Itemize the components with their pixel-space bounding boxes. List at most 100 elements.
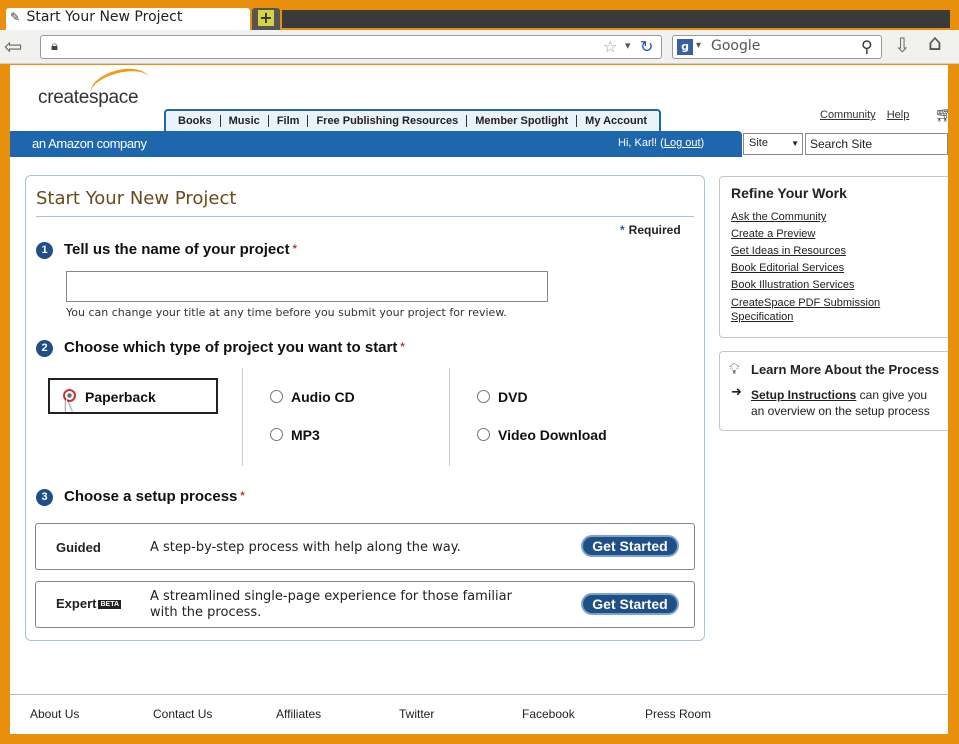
cart-icon[interactable]: 🛒︎ [935, 107, 948, 123]
lock-icon: 🔒︎ [51, 39, 58, 54]
footer-facebook[interactable]: Facebook [522, 707, 575, 721]
expert-label: Expert BETA [56, 596, 122, 611]
required-asterisk: * [400, 341, 405, 353]
title-divider [36, 216, 694, 217]
radio-mp3[interactable] [270, 428, 283, 441]
guided-get-started-button[interactable]: Get Started [581, 535, 679, 557]
nav-tab-film[interactable]: Film [269, 115, 309, 127]
nav-tab-my-account[interactable]: My Account [577, 115, 655, 127]
setup-instructions-link[interactable]: Setup Instructions [751, 388, 856, 402]
new-tab-button[interactable]: + [252, 8, 280, 30]
nav-tab-music[interactable]: Music [221, 115, 269, 127]
create-preview-link[interactable]: Create a Preview [731, 226, 948, 243]
url-bar[interactable]: 🔒︎ ☆ ▾ ↻ [40, 35, 662, 59]
radio-video-download[interactable] [477, 428, 490, 441]
greeting-end: ) [700, 137, 705, 149]
footer-about-us[interactable]: About Us [30, 707, 79, 721]
tab-title: Start Your New Project [26, 9, 183, 25]
search-engine-label: Google [711, 38, 761, 54]
footer-contact-us[interactable]: Contact Us [153, 707, 212, 721]
createspace-favicon-icon: ✎ [10, 10, 21, 24]
pdf-submission-link[interactable]: CreateSpace PDF Submission [731, 296, 948, 310]
download-icon[interactable]: ⇩ [894, 33, 911, 57]
home-icon[interactable]: ⌂ [928, 31, 942, 56]
option-video-download[interactable]: Video Download [498, 427, 607, 443]
option-paperback[interactable]: Paperback [85, 389, 156, 405]
specification-link[interactable]: Specification [731, 310, 948, 324]
google-icon: g [677, 39, 693, 55]
footer-twitter[interactable]: Twitter [399, 707, 434, 721]
project-name-input[interactable] [66, 271, 548, 302]
title-hint: You can change your title at any time be… [66, 306, 507, 319]
tab-strip [282, 10, 950, 28]
refine-your-work-panel: Refine Your Work Ask the Community Creat… [719, 176, 948, 338]
browser-search-bar[interactable]: g ▾ Google ⚲ [672, 35, 882, 59]
learn-more-panel: 💡︎ Learn More About the Process ➜ Setup … [719, 351, 948, 431]
step-1-label: Tell us the name of your project * [64, 241, 297, 258]
guided-setup-option[interactable]: Guided A step-by-step process with help … [35, 523, 695, 570]
brand-bar: an Amazon company Hi, Karl! (Log out) [10, 131, 742, 157]
refine-links: Ask the Community Create a Preview Get I… [731, 209, 948, 324]
option-divider [242, 368, 243, 466]
community-link[interactable]: Community [820, 109, 876, 121]
radio-dvd[interactable] [477, 390, 490, 403]
step-2-text: Choose which type of project you want to… [64, 339, 398, 356]
guided-description: A step-by-step process with help along t… [150, 540, 461, 555]
required-label: Required [628, 223, 681, 237]
expert-get-started-button[interactable]: Get Started [581, 593, 679, 615]
editorial-services-link[interactable]: Book Editorial Services [731, 260, 948, 277]
required-asterisk: * [620, 223, 625, 237]
browser-tab[interactable]: ✎ Start Your New Project [6, 8, 250, 30]
web-page: createspace Books Music Film Free Publis… [10, 65, 948, 734]
help-link[interactable]: Help [887, 109, 910, 121]
footer-press-room[interactable]: Press Room [645, 707, 711, 721]
option-audio-cd[interactable]: Audio CD [291, 389, 355, 405]
get-ideas-link[interactable]: Get Ideas in Resources [731, 243, 948, 260]
site-search-input[interactable]: Search Site [805, 133, 948, 155]
mouse-cursor-icon [66, 398, 72, 412]
reload-icon[interactable]: ↻ [640, 37, 653, 56]
expert-desc-line1: A streamlined single-page experience for… [150, 589, 512, 604]
step-3-text: Choose a setup process [64, 488, 238, 505]
step-2-label: Choose which type of project you want to… [64, 339, 405, 356]
site-select-value: Site [749, 137, 768, 149]
option-divider [449, 368, 450, 466]
bookmark-star-icon[interactable]: ☆ [603, 37, 617, 56]
logout-link[interactable]: Log out [664, 137, 701, 149]
logo-create: create [38, 87, 90, 108]
chevron-down-icon: ▼ [791, 139, 799, 148]
footer-affiliates[interactable]: Affiliates [276, 707, 321, 721]
greeting-text: Hi, Karl! ( [618, 137, 664, 149]
amazon-tagline: an Amazon company [32, 136, 147, 151]
site-select[interactable]: Site ▼ [743, 133, 803, 155]
step-3-badge: 3 [36, 489, 53, 506]
page-title: Start Your New Project [36, 188, 237, 209]
nav-tab-free-publishing-resources[interactable]: Free Publishing Resources [308, 115, 468, 127]
back-arrow-icon[interactable]: ⇦ [4, 35, 22, 60]
footer-divider [10, 694, 948, 695]
main-nav: Books Music Film Free Publishing Resourc… [164, 109, 662, 131]
top-links: Community Help [820, 109, 917, 121]
illustration-services-link[interactable]: Book Illustration Services [731, 277, 948, 294]
required-asterisk: * [240, 490, 245, 502]
learn-text-line2: an overview on the setup process [751, 404, 930, 418]
arrow-right-icon: ➜ [731, 385, 742, 400]
expert-setup-option[interactable]: Expert BETA A streamlined single-page exp… [35, 581, 695, 628]
user-greeting: Hi, Karl! (Log out) [618, 137, 704, 149]
option-mp3[interactable]: MP3 [291, 427, 320, 443]
search-icon[interactable]: ⚲ [861, 37, 873, 56]
engine-dropdown-icon[interactable]: ▾ [696, 40, 701, 51]
ask-community-link[interactable]: Ask the Community [731, 209, 948, 226]
guided-label: Guided [56, 540, 101, 555]
createspace-logo[interactable]: createspace [38, 87, 139, 109]
option-dvd[interactable]: DVD [498, 389, 528, 405]
refine-title: Refine Your Work [731, 185, 847, 201]
history-dropdown-icon[interactable]: ▾ [625, 39, 631, 52]
nav-tab-books[interactable]: Books [170, 115, 221, 127]
required-note: * Required [620, 223, 681, 237]
nav-tab-member-spotlight[interactable]: Member Spotlight [467, 115, 578, 127]
browser-tab-bar: ✎ Start Your New Project + [0, 0, 959, 30]
expert-name: Expert [56, 596, 97, 611]
radio-audio-cd[interactable] [270, 390, 283, 403]
step-3-label: Choose a setup process * [64, 488, 245, 505]
